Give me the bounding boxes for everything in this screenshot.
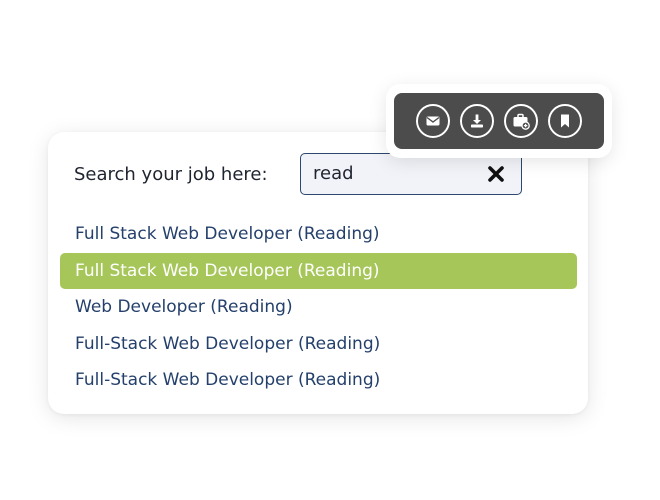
toolbar-card	[386, 84, 612, 158]
clear-search-button[interactable]	[487, 165, 505, 183]
search-input[interactable]	[313, 154, 473, 193]
job-search-widget: Search your job here: Full Stack Web Dev…	[0, 0, 660, 500]
list-item[interactable]: Full Stack Web Developer (Reading)	[60, 216, 577, 253]
bookmark-button[interactable]	[548, 104, 582, 138]
action-toolbar	[394, 93, 604, 149]
bookmark-icon	[561, 114, 569, 128]
list-item-highlighted[interactable]: Full Stack Web Developer (Reading)	[60, 252, 577, 289]
search-results-list: Full Stack Web Developer (Reading) Full …	[60, 216, 577, 399]
list-item[interactable]: Full-Stack Web Developer (Reading)	[60, 362, 577, 399]
add-to-jobs-button[interactable]	[504, 104, 538, 138]
list-item[interactable]: Web Developer (Reading)	[60, 289, 577, 326]
download-button[interactable]	[460, 104, 494, 138]
download-icon	[471, 114, 483, 128]
search-box	[300, 153, 522, 195]
list-item[interactable]: Full-Stack Web Developer (Reading)	[60, 326, 577, 363]
email-button[interactable]	[416, 104, 450, 138]
search-card: Search your job here: Full Stack Web Dev…	[48, 132, 588, 414]
search-label: Search your job here:	[74, 164, 268, 185]
close-icon	[488, 166, 504, 182]
envelope-icon	[426, 116, 440, 126]
briefcase-add-icon	[513, 113, 530, 130]
